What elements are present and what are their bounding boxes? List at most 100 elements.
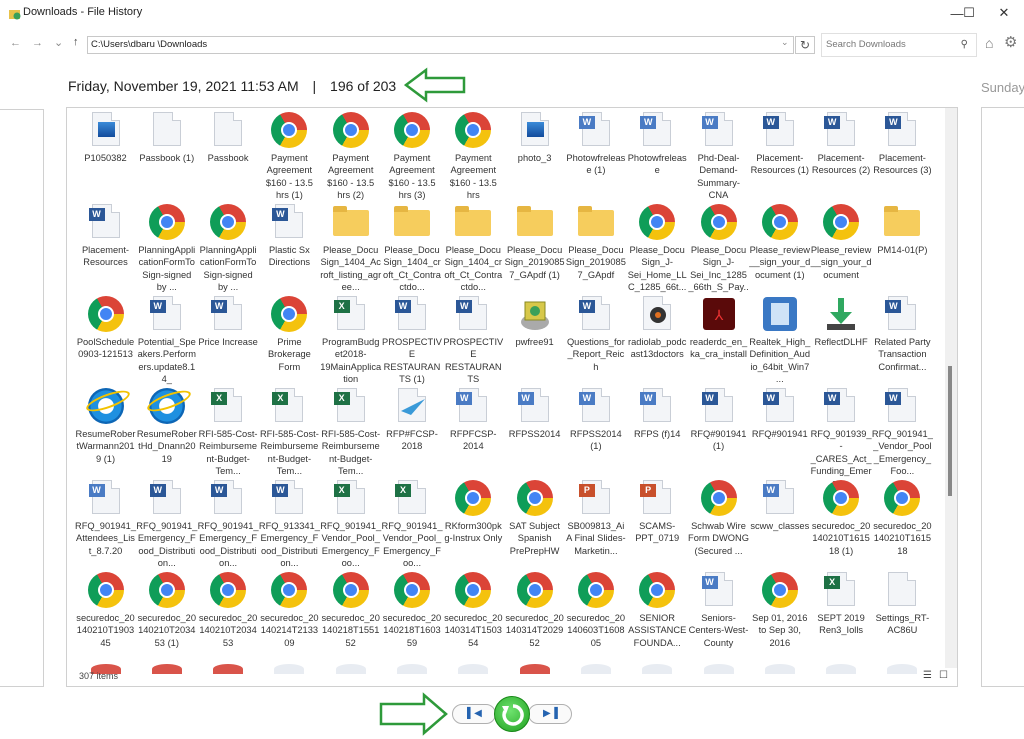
file-item[interactable]: W RFQ_913341_Emergency_Food_Distribution.… (259, 480, 320, 569)
address-dropdown-icon[interactable]: ⌄ (781, 37, 789, 48)
file-item[interactable]: W Related Party Transaction Confirmat... (872, 296, 933, 373)
file-item[interactable]: P SB009813_AiA Final Slides-Marketin... (565, 480, 626, 557)
file-item[interactable]: W Price Increase (198, 296, 259, 348)
file-item[interactable]: W Plastic Sx Directions (259, 204, 320, 269)
file-item[interactable]: ⅄ readerdc_en_ka_cra_install (688, 296, 749, 361)
file-item[interactable]: ResumeRobertHd_Dnann2019 (136, 388, 197, 465)
previous-snapshot-pane[interactable] (0, 109, 44, 687)
file-item[interactable]: ReflectDLHF (811, 296, 872, 348)
settings-button[interactable]: ⚙ (1004, 35, 1017, 50)
file-item[interactable]: W Photowfrelease (1) (565, 112, 626, 177)
file-item[interactable]: PlanningApplicationFormToSign-signed by … (198, 204, 259, 293)
file-item[interactable]: W RFPSS2014 (1) (565, 388, 626, 453)
file-item[interactable]: W Placement-Resources (75, 204, 136, 269)
file-item[interactable]: photo_3 (504, 112, 565, 164)
file-item[interactable]: X ProgramBudget2018-19MainApplication (320, 296, 381, 385)
file-item[interactable]: Settings_RT-AC86U (872, 572, 933, 637)
file-item-partial[interactable] (688, 664, 749, 678)
file-item[interactable]: X RFI-585-Cost-Reimbursement-Budget-Tem..… (320, 388, 381, 477)
file-item[interactable]: W RFPS (f)14 (627, 388, 688, 440)
file-item[interactable]: Please_DocuSign_1404_croft_Ct_Contractdo… (382, 204, 443, 293)
file-item[interactable]: Payment Agreement $160 - 13.5 hrs (2) (320, 112, 381, 201)
file-item[interactable]: P1050382 (75, 112, 136, 164)
file-item[interactable]: W RFQ_901941_Attendees_List_8.7.20 (75, 480, 136, 557)
file-item-partial[interactable] (749, 664, 810, 678)
file-item-partial[interactable] (320, 664, 381, 678)
file-item[interactable]: securedoc_20140218T160359 (382, 572, 443, 649)
file-item[interactable]: securedoc_20140210T161518 (1) (811, 480, 872, 557)
file-item-partial[interactable] (136, 664, 197, 678)
file-item[interactable]: Wscww_classes (749, 480, 810, 532)
file-item[interactable]: Please_review__sign_your_document (1) (749, 204, 810, 281)
file-item[interactable]: SENIOR ASSISTANCE FOUNDA... (627, 572, 688, 649)
scrollbar-thumb[interactable] (948, 366, 952, 496)
file-item[interactable]: RKform300pkg-Instrux Only (443, 480, 504, 545)
file-item[interactable]: X SEPT 2019 Ren3_Iolls (811, 572, 872, 637)
maximize-button[interactable]: ☐ (955, 4, 983, 22)
file-item[interactable]: securedoc_20140210T161518 (872, 480, 933, 557)
file-item-partial[interactable] (443, 664, 504, 678)
file-item[interactable]: Payment Agreement $160 - 13.5 hrs (1) (259, 112, 320, 201)
file-item[interactable]: Please_DocuSign_1404_Acroft_listing_agre… (320, 204, 381, 293)
file-item[interactable]: P SCAMS-PPT_0719 (627, 480, 688, 545)
file-item[interactable]: W Placement-Resources (3) (872, 112, 933, 177)
search-input[interactable]: Search Downloads ⚲ (821, 33, 977, 57)
file-item-partial[interactable] (198, 664, 259, 678)
file-item[interactable]: W RFPFCSP-2014 (443, 388, 504, 453)
restore-button[interactable] (494, 696, 530, 732)
file-item[interactable]: X RFI-585-Cost-Reimbursement-Budget-Tem..… (198, 388, 259, 477)
file-item[interactable]: W Questions_for_Report_Reich (565, 296, 626, 373)
file-item[interactable]: securedoc_20140603T160805 (565, 572, 626, 649)
file-item[interactable]: securedoc_20140214T213309 (259, 572, 320, 649)
file-item[interactable]: W RFQ_901941__Vendor_Pool_Emergency_Foo..… (872, 388, 933, 477)
file-item[interactable]: W Potential_Speakers.Performers.update8.1… (136, 296, 197, 385)
file-item[interactable]: X RFQ_901941_Vendor_Pool_Emergency_Foo... (382, 480, 443, 569)
file-item[interactable]: radiolab_podcast13doctors (627, 296, 688, 361)
file-item[interactable]: securedoc_20140314T150354 (443, 572, 504, 649)
file-item[interactable]: W RFQ_901941_Emergency_Food_Distribution.… (136, 480, 197, 569)
next-snapshot-pane[interactable] (981, 107, 1024, 687)
recent-locations-button[interactable]: ⌄ (54, 36, 63, 49)
large-icons-view-button[interactable]: ☐ (939, 670, 948, 681)
file-item[interactable]: pwfree91 (504, 296, 565, 348)
details-view-button[interactable]: ☰ (923, 670, 932, 681)
file-item[interactable]: Payment Agreement $160 - 13.5 hrs (3) (382, 112, 443, 201)
file-item[interactable]: Realtek_High_Definition_Audio_64bit_Win7… (749, 296, 810, 385)
file-item[interactable]: Please_DocuSign_J-Sei_Home_LLC_1285_66t.… (627, 204, 688, 293)
file-item[interactable]: Please_review__sign_your_document (811, 204, 872, 281)
file-item[interactable]: W Placement-Resources (2) (811, 112, 872, 177)
search-icon[interactable]: ⚲ (961, 34, 968, 56)
back-button[interactable]: ← (10, 37, 21, 49)
next-snapshot-peek-label[interactable]: Sunday (981, 80, 1024, 95)
file-item[interactable]: Schwab Wire Form DWONG (Secured ... (688, 480, 749, 557)
file-item[interactable]: securedoc_20140210T203453 (198, 572, 259, 649)
file-item[interactable]: WRFQ_901939_-_CARES_Act_Funding_Emerge..… (811, 388, 872, 489)
file-item[interactable]: Please_DocuSign_J-Sei_Inc_1285_66th_S_Pa… (688, 204, 749, 305)
file-item[interactable]: PM14-01(P) (872, 204, 933, 256)
file-item[interactable]: W RFQ#901941 (1) (688, 388, 749, 453)
file-item[interactable]: W RFPSS2014 (504, 388, 565, 440)
file-item[interactable]: PlanningApplicationFormToSign-signed by … (136, 204, 197, 293)
file-item[interactable]: securedoc_20140314T202952 (504, 572, 565, 649)
file-item[interactable]: Please_DocuSign_1404_croft_Ct_Contractdo… (443, 204, 504, 293)
file-item-partial[interactable] (811, 664, 872, 678)
forward-button[interactable]: → (32, 37, 43, 49)
previous-version-button[interactable]: ▌◀ (452, 704, 496, 724)
file-item[interactable]: W Photowfrelease (627, 112, 688, 177)
file-item[interactable]: W RFQ_901941_Emergency_Food_Distribution.… (198, 480, 259, 569)
file-item-partial[interactable] (382, 664, 443, 678)
close-button[interactable]: ✕ (990, 4, 1018, 22)
file-item[interactable]: Sep 01, 2016 to Sep 30, 2016 (749, 572, 810, 649)
file-item[interactable]: RFP#FCSP-2018 (382, 388, 443, 453)
home-button[interactable]: ⌂ (985, 36, 999, 50)
file-item[interactable]: Prime Brokerage Form (259, 296, 320, 373)
file-item-partial[interactable] (627, 664, 688, 678)
file-item[interactable]: Please_DocuSign_20190857_GApdf (1) (504, 204, 565, 281)
file-item[interactable]: W RFQ#901941 (749, 388, 810, 440)
file-item[interactable]: Passbook (198, 112, 259, 164)
file-item-partial[interactable] (565, 664, 626, 678)
file-item[interactable]: W Placement-Resources (1) (749, 112, 810, 177)
file-item[interactable]: securedoc_20140210T190345 (75, 572, 136, 649)
file-item[interactable]: X RFI-585-Cost-Reimbursement-Budget-Tem..… (259, 388, 320, 477)
file-item[interactable]: X RFQ_901941_Vendor_Pool_Emergency_Foo... (320, 480, 381, 569)
